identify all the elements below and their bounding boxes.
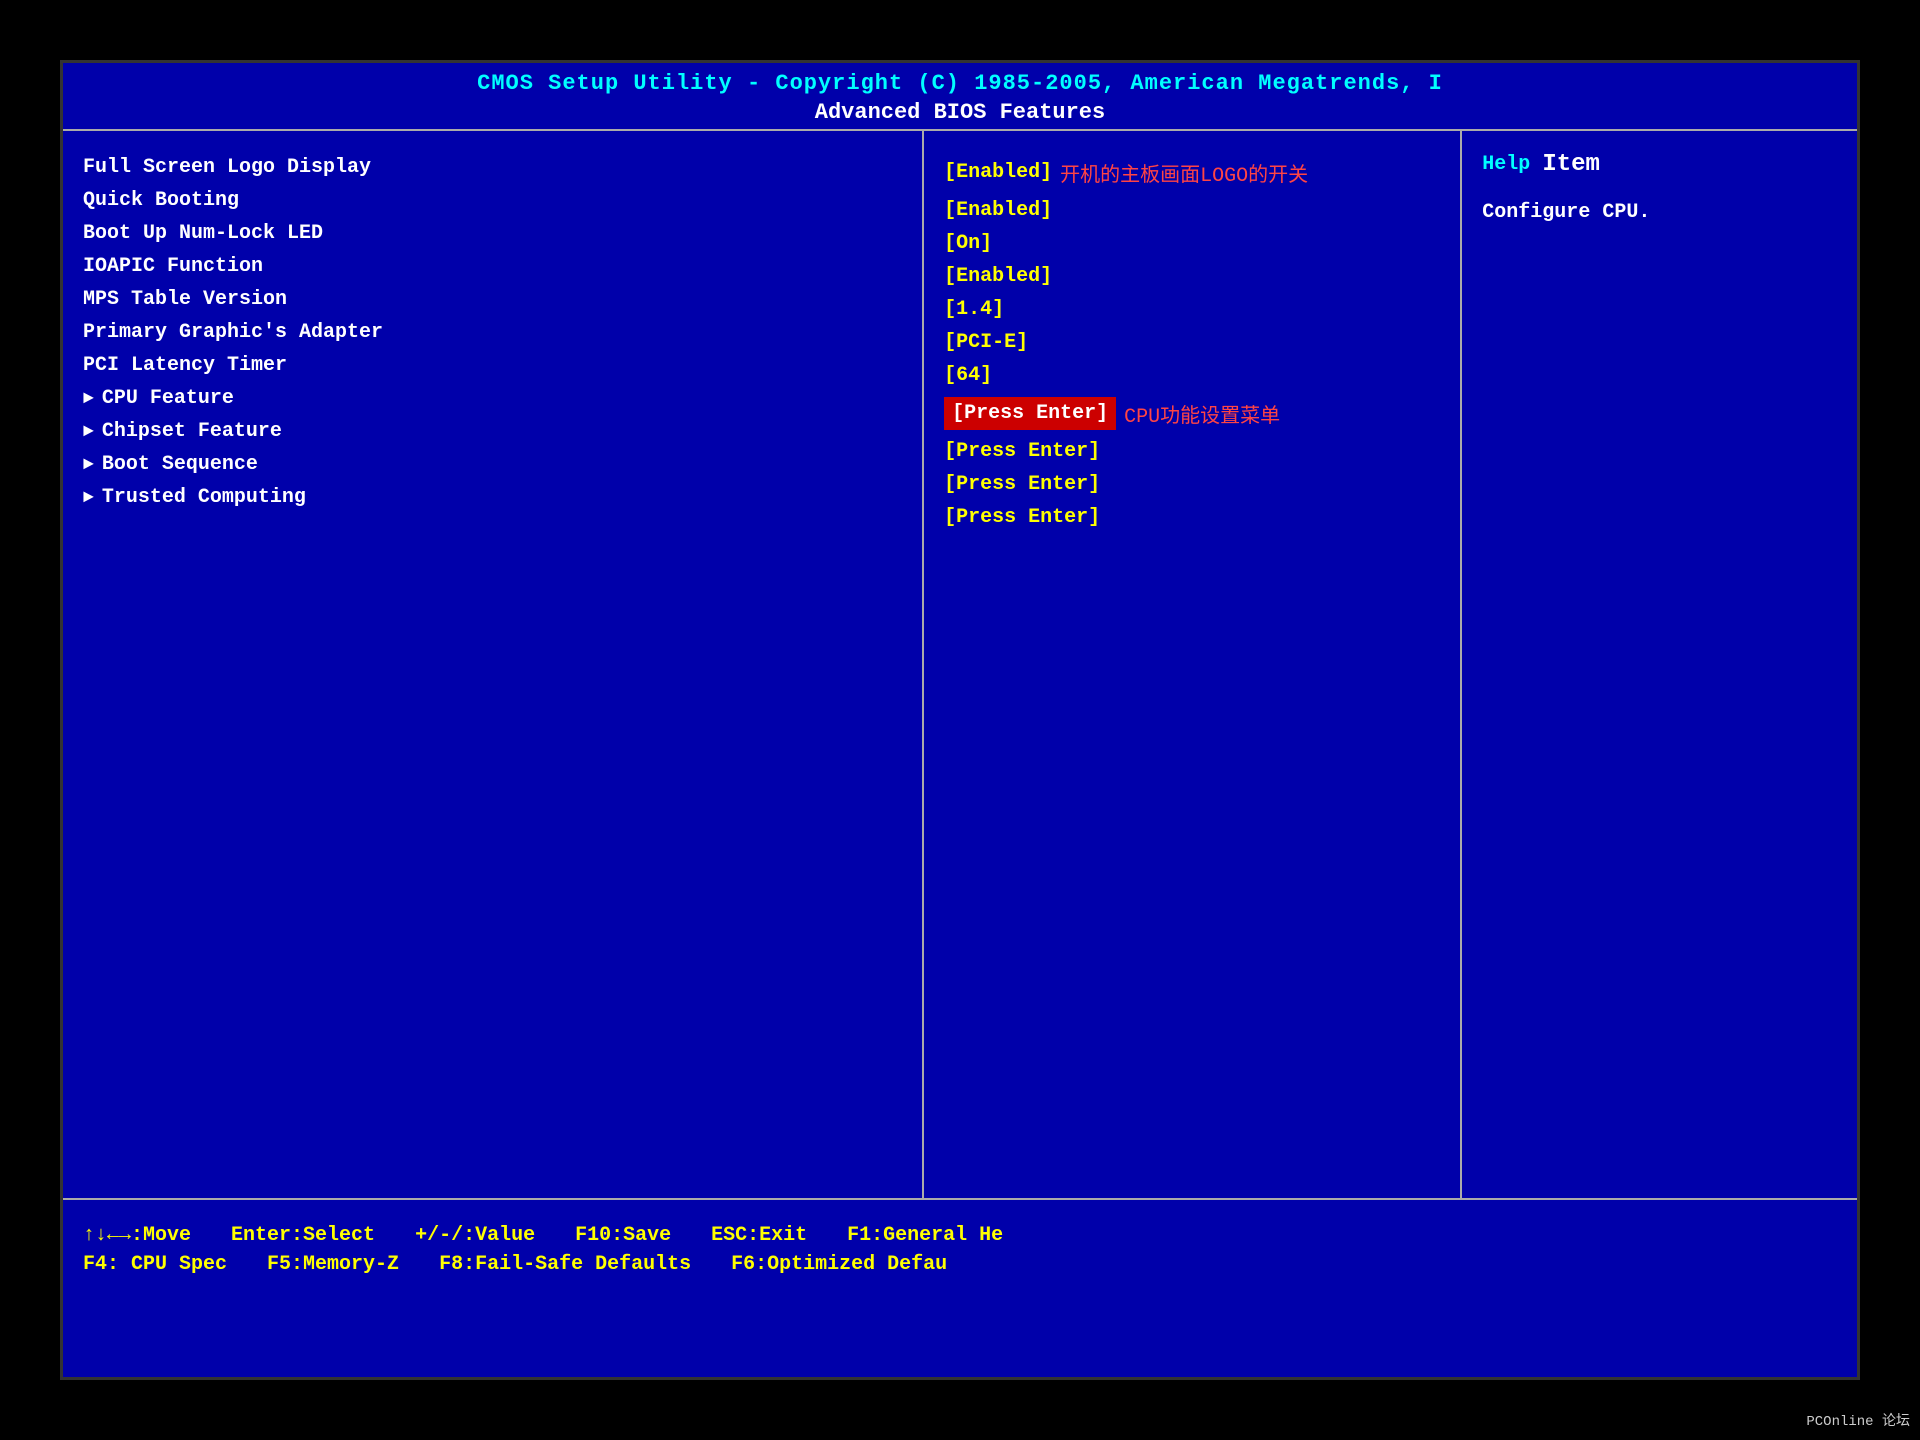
menu-item-boot-sequence[interactable]: ► Boot Sequence — [83, 448, 902, 481]
value-primary-graphic: [PCI-E] — [944, 326, 1440, 359]
menu-item-trusted-computing[interactable]: ► Trusted Computing — [83, 481, 902, 514]
value-mps-table: [1.4] — [944, 293, 1440, 326]
page-title: Advanced BIOS Features — [63, 100, 1857, 125]
footer-row-1: ↑↓←→:Move Enter:Select +/-/:Value F10:Sa… — [83, 1224, 1837, 1247]
watermark: PCOnline 论坛 — [1806, 1410, 1910, 1430]
menu-item-chipset-feature[interactable]: ► Chipset Feature — [83, 415, 902, 448]
copyright-line: CMOS Setup Utility - Copyright (C) 1985-… — [63, 71, 1857, 96]
menu-item-mps-table[interactable]: MPS Table Version — [83, 283, 902, 316]
footer-row-2: F4: CPU Spec F5:Memory-Z F8:Fail-Safe De… — [83, 1253, 1837, 1276]
value-ioapic: [Enabled] — [944, 260, 1440, 293]
footer-f1: F1:General He — [847, 1224, 1003, 1247]
footer-enter: Enter:Select — [231, 1224, 375, 1247]
footer-f6: F6:Optimized Defau — [731, 1253, 947, 1276]
arrow-icon-trusted: ► — [83, 488, 94, 508]
value-quick-booting: [Enabled] — [944, 194, 1440, 227]
help-item-label: Item — [1542, 151, 1600, 178]
menu-item-quick-booting[interactable]: Quick Booting — [83, 184, 902, 217]
footer-f10: F10:Save — [575, 1224, 671, 1247]
value-boot-num-lock: [On] — [944, 227, 1440, 260]
menu-item-full-screen[interactable]: Full Screen Logo Display — [83, 151, 902, 184]
arrow-icon-boot: ► — [83, 455, 94, 475]
footer-value: +/-/:Value — [415, 1224, 535, 1247]
help-panel: Help Item Configure CPU. — [1462, 131, 1857, 1198]
value-row-cpu: [Press Enter] CPU功能设置菜单 — [944, 392, 1440, 435]
help-description: Configure CPU. — [1482, 198, 1837, 228]
footer-f5: F5:Memory-Z — [267, 1253, 399, 1276]
value-trusted-computing: [Press Enter] — [944, 501, 1440, 534]
menu-item-ioapic[interactable]: IOAPIC Function — [83, 250, 902, 283]
left-menu-panel: Full Screen Logo Display Quick Booting B… — [63, 131, 924, 1198]
bios-screen: CMOS Setup Utility - Copyright (C) 1985-… — [60, 60, 1860, 1380]
footer-f4: F4: CPU Spec — [83, 1253, 227, 1276]
menu-item-boot-num-lock[interactable]: Boot Up Num-Lock LED — [83, 217, 902, 250]
value-pci-latency: [64] — [944, 359, 1440, 392]
footer-f8: F8:Fail-Safe Defaults — [439, 1253, 691, 1276]
annotation-full-screen: 开机的主板画面LOGO的开关 — [1060, 158, 1308, 188]
value-chipset-feature: [Press Enter] — [944, 435, 1440, 468]
menu-item-primary-graphic[interactable]: Primary Graphic's Adapter — [83, 316, 902, 349]
arrow-icon-chipset: ► — [83, 422, 94, 442]
footer: ↑↓←→:Move Enter:Select +/-/:Value F10:Sa… — [63, 1200, 1857, 1300]
bios-header: CMOS Setup Utility - Copyright (C) 1985-… — [63, 63, 1857, 131]
main-content: Full Screen Logo Display Quick Booting B… — [63, 131, 1857, 1200]
values-panel: [Enabled] 开机的主板画面LOGO的开关 [Enabled] [On] … — [924, 131, 1462, 1198]
value-full-screen: [Enabled] — [944, 156, 1052, 189]
footer-esc: ESC:Exit — [711, 1224, 807, 1247]
menu-item-cpu-feature[interactable]: ► CPU Feature — [83, 382, 902, 415]
help-prefix: Help — [1482, 153, 1542, 176]
value-cpu-feature[interactable]: [Press Enter] — [944, 397, 1116, 430]
value-boot-sequence: [Press Enter] — [944, 468, 1440, 501]
arrow-icon-cpu: ► — [83, 389, 94, 409]
menu-item-pci-latency[interactable]: PCI Latency Timer — [83, 349, 902, 382]
value-row-0: [Enabled] 开机的主板画面LOGO的开关 — [944, 151, 1440, 194]
annotation-cpu-feature: CPU功能设置菜单 — [1124, 399, 1280, 429]
footer-move: ↑↓←→:Move — [83, 1224, 191, 1247]
help-header: Help Item — [1482, 151, 1837, 178]
